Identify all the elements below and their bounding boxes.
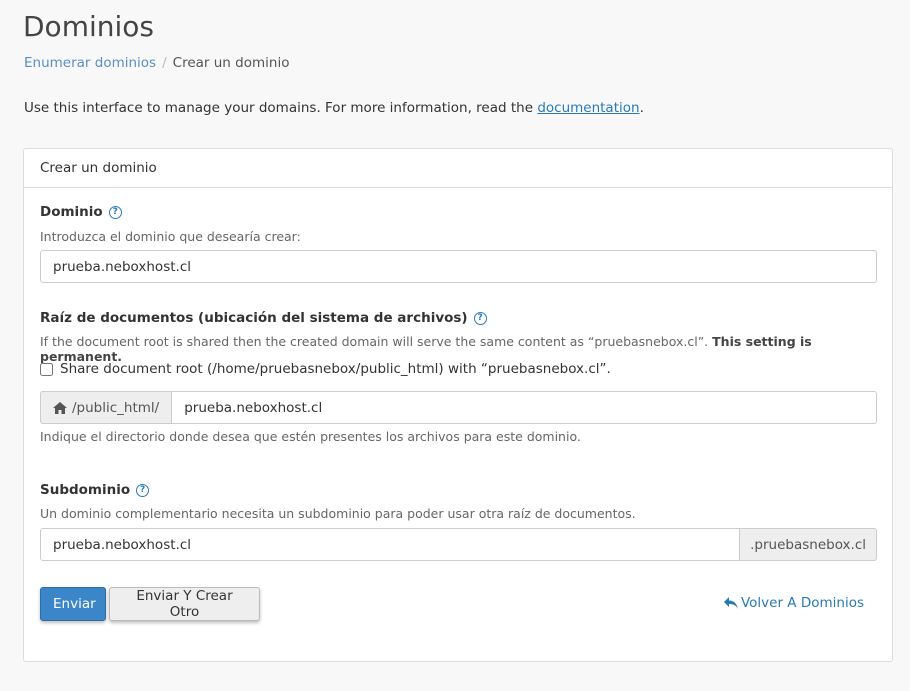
subdomain-help-icon[interactable]: ? xyxy=(136,483,150,497)
subdomain-input-group: .pruebasnebox.cl xyxy=(40,528,877,561)
docroot-input-group: /public_html/ xyxy=(40,391,877,424)
docroot-input[interactable] xyxy=(171,391,877,424)
docroot-prefix-text: /public_html/ xyxy=(72,399,160,416)
home-icon xyxy=(53,401,67,414)
submit-button[interactable]: Enviar xyxy=(40,587,106,621)
breadcrumb: Enumerar dominios / Crear un dominio xyxy=(24,55,289,71)
create-domain-panel: Crear un dominio Dominio ? Introduzca el… xyxy=(23,148,893,662)
docroot-prefix: /public_html/ xyxy=(40,391,172,424)
subdomain-hint: Un dominio complementario necesita un su… xyxy=(40,506,636,521)
domain-input[interactable] xyxy=(40,250,877,283)
intro-text-end: . xyxy=(639,100,644,116)
back-to-domains-link[interactable]: Volver A Dominios xyxy=(723,595,864,611)
subdomain-label-text: Subdominio xyxy=(40,482,131,498)
share-docroot-row[interactable]: Share document root (/home/pruebasnebox/… xyxy=(40,361,611,377)
share-docroot-checkbox[interactable] xyxy=(40,362,53,376)
domain-help-icon[interactable]: ? xyxy=(108,205,122,219)
documentation-link[interactable]: documentation xyxy=(537,100,639,116)
back-to-domains-label: Volver A Dominios xyxy=(740,595,864,611)
breadcrumb-current: Crear un dominio xyxy=(172,55,290,71)
domain-hint: Introduzca el dominio que desearía crear… xyxy=(40,229,301,244)
docroot-below-hint: Indique el directorio donde desea que es… xyxy=(40,429,581,444)
page-title: Dominios xyxy=(23,10,154,43)
intro-text-body: Use this interface to manage your domain… xyxy=(24,100,538,116)
panel-heading: Crear un dominio xyxy=(24,149,892,188)
intro-text: Use this interface to manage your domain… xyxy=(24,100,644,116)
breadcrumb-separator: / xyxy=(162,55,167,71)
docroot-help-icon[interactable]: ? xyxy=(473,311,487,325)
subdomain-suffix: .pruebasnebox.cl xyxy=(740,528,877,561)
docroot-hint: If the document root is shared then the … xyxy=(40,334,892,364)
docroot-label: Raíz de documentos (ubicación del sistem… xyxy=(40,310,487,326)
subdomain-input[interactable] xyxy=(40,528,741,561)
breadcrumb-link-domains[interactable]: Enumerar dominios xyxy=(24,55,156,71)
submit-and-create-another-button[interactable]: Enviar Y Crear Otro xyxy=(109,587,260,621)
docroot-hint-text: If the document root is shared then the … xyxy=(40,334,713,349)
subdomain-label: Subdominio ? xyxy=(40,482,150,498)
reply-arrow-icon xyxy=(723,597,738,609)
domain-label: Dominio ? xyxy=(40,204,122,220)
share-docroot-label: Share document root (/home/pruebasnebox/… xyxy=(60,361,611,377)
docroot-label-text: Raíz de documentos (ubicación del sistem… xyxy=(40,310,468,326)
domain-label-text: Dominio xyxy=(40,204,103,220)
